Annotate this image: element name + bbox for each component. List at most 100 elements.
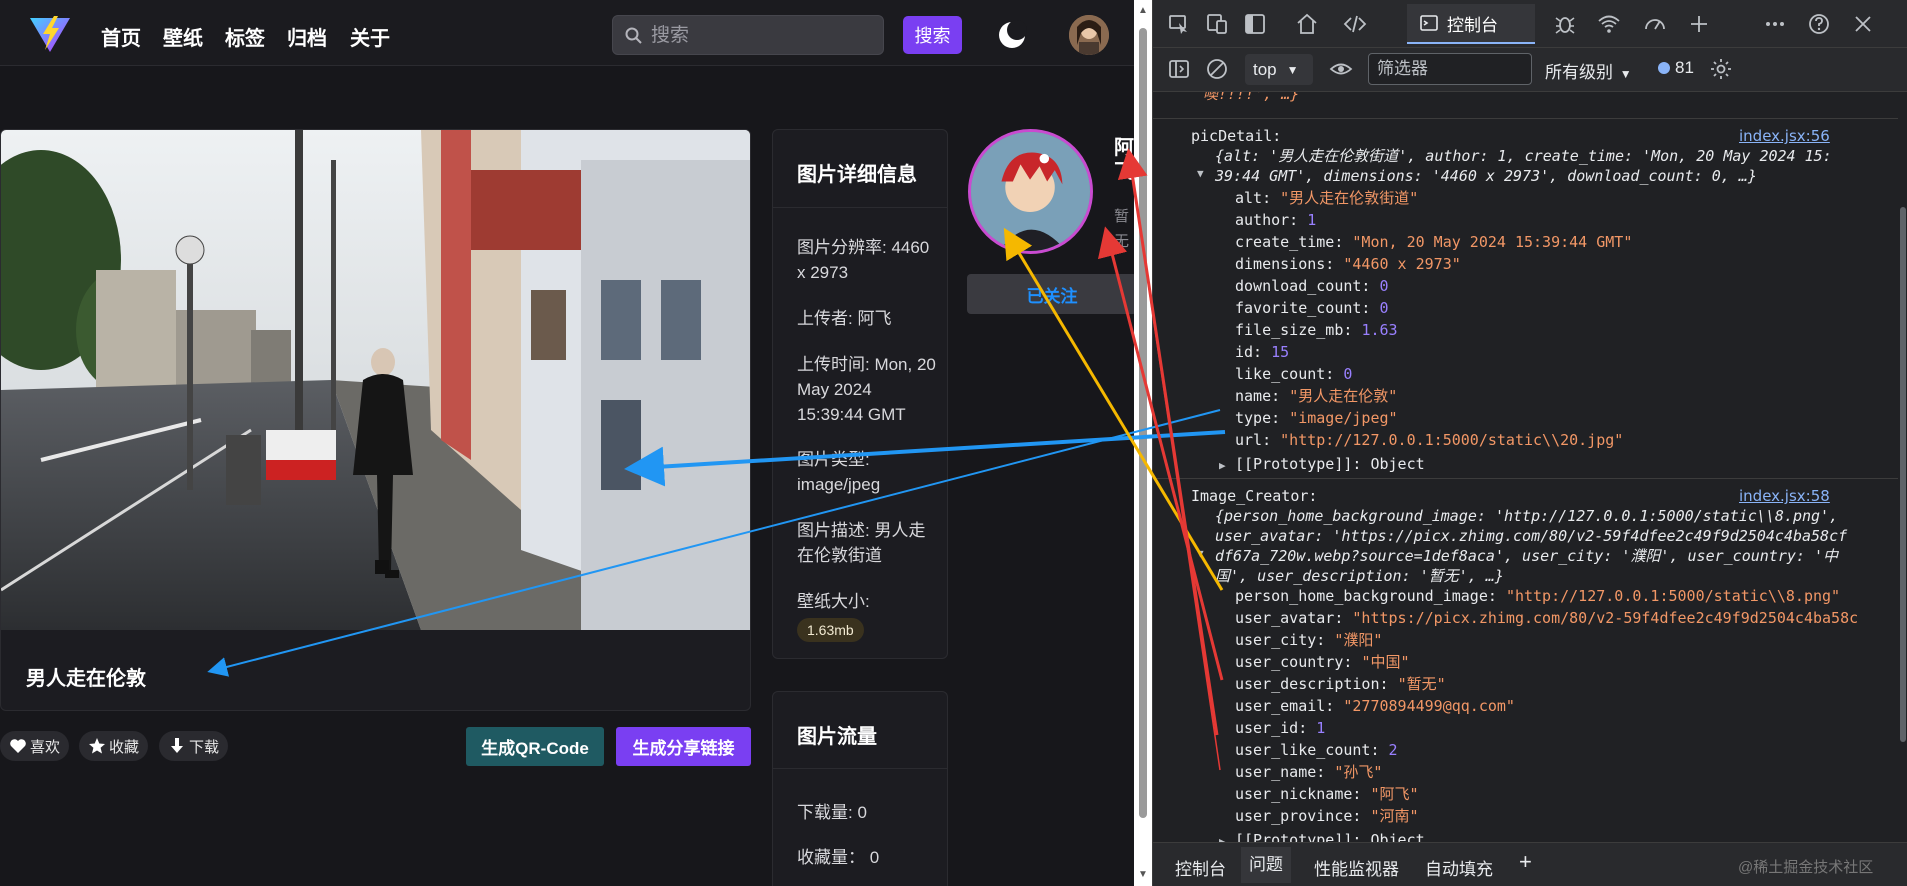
resolution-text: 图片分辨率: 4460 x 2973 xyxy=(797,238,930,282)
home-icon[interactable] xyxy=(1295,12,1319,36)
console-prop-key: alt: "男人走在伦敦街道" xyxy=(1235,189,1419,207)
file-size-row: 壁纸大小: 1.63mb xyxy=(797,589,937,642)
moon-icon[interactable] xyxy=(997,20,1027,50)
nav-about[interactable]: 关于 xyxy=(350,22,390,51)
chevron-down-icon: ▼ xyxy=(1619,67,1632,81)
console-filter-input[interactable] xyxy=(1368,53,1532,85)
console-prop-value: "濮阳" xyxy=(1334,631,1383,649)
console-scrollbar-thumb[interactable] xyxy=(1900,207,1906,742)
download-label: 下载 xyxy=(189,738,220,756)
picdetail-prototype[interactable]: [[Prototype]]: Object xyxy=(1235,454,1425,474)
upload-time-text: 上传时间: Mon, 20 May 2024 15:39:44 GMT xyxy=(797,355,936,424)
drawer-tab-console[interactable]: 控制台 xyxy=(1175,855,1226,880)
source-link-56[interactable]: index.jsx:56 xyxy=(1739,126,1830,146)
log-creator-label: Image_Creator: xyxy=(1191,487,1318,505)
context-selector[interactable]: top ▼ xyxy=(1245,54,1313,85)
console-prop-key: favorite_count: 0 xyxy=(1235,299,1389,317)
console-prop-value: "河南" xyxy=(1370,807,1419,825)
console-separator xyxy=(1153,118,1898,119)
console-prop-key: type: "image/jpeg" xyxy=(1235,409,1398,427)
creator-summary-3: df67a_720w.webp?source=1def8aca', user_c… xyxy=(1215,547,1838,565)
follow-button[interactable]: 已关注 xyxy=(967,274,1137,314)
help-icon[interactable] xyxy=(1807,12,1831,36)
download-button[interactable]: 下载 xyxy=(159,731,229,761)
message-count[interactable]: 81 xyxy=(1657,58,1694,78)
tab-console-label: 控制台 xyxy=(1447,15,1498,35)
tab-console[interactable]: 控制台 xyxy=(1407,4,1535,44)
page-scrollbar-thumb[interactable] xyxy=(1139,28,1147,818)
creator-name[interactable]: 阿飞 xyxy=(1114,136,1136,184)
expand-triangle-icon[interactable]: ▼ xyxy=(1197,544,1204,564)
like-button[interactable]: 喜欢 xyxy=(0,731,70,761)
drawer-add-tab-plus-icon[interactable]: + xyxy=(1519,849,1532,875)
scroll-down-icon[interactable]: ▼ xyxy=(1138,870,1148,880)
drawer-tab-autofill[interactable]: 自动填充 xyxy=(1425,855,1493,880)
device-toolbar-icon[interactable] xyxy=(1205,12,1229,36)
clear-console-icon[interactable] xyxy=(1205,57,1229,81)
console-prop-value: 0 xyxy=(1379,299,1389,317)
console-settings-gear-icon[interactable] xyxy=(1709,57,1733,81)
wallpaper-image[interactable] xyxy=(1,130,751,630)
network-wifi-icon[interactable] xyxy=(1597,12,1621,36)
source-link-58[interactable]: index.jsx:58 xyxy=(1739,486,1830,506)
console-prop-value: 1 xyxy=(1307,211,1317,229)
creator-avatar-image xyxy=(971,132,1090,251)
creator-avatar[interactable] xyxy=(968,129,1093,254)
console-prop-value: "https://picx.zhimg.com/80/v2-59f4dfee2c… xyxy=(1352,609,1859,627)
console-separator xyxy=(1153,478,1898,479)
drawer-tab-performance-monitor[interactable]: 性能监视器 xyxy=(1314,855,1399,880)
console-prop-key: author: 1 xyxy=(1235,211,1317,229)
bug-icon[interactable] xyxy=(1553,12,1577,36)
message-bubble-icon xyxy=(1658,62,1670,74)
expand-triangle-right-icon[interactable]: ▶ xyxy=(1219,456,1226,476)
close-icon[interactable] xyxy=(1851,12,1875,36)
image-traffic-title: 图片流量 xyxy=(797,726,877,748)
web-app: 首页 壁纸 标签 归档 关于 搜索 搜索 男人走在伦敦 喜欢 收藏 下载 生成Q… xyxy=(0,0,1140,886)
nav-archive[interactable]: 归档 xyxy=(287,22,327,51)
image-description-text: 图片描述: 男人走在伦敦街道 xyxy=(797,521,926,565)
nav-wallpaper[interactable]: 壁纸 xyxy=(163,22,203,51)
expand-triangle-icon[interactable]: ▼ xyxy=(1197,164,1204,184)
favorite-button[interactable]: 收藏 xyxy=(79,731,149,761)
like-label: 喜欢 xyxy=(30,738,61,756)
search-button[interactable]: 搜索 xyxy=(903,16,962,54)
scroll-up-icon[interactable]: ▲ xyxy=(1138,6,1148,16)
console-prop-value: "孙飞" xyxy=(1334,763,1383,781)
console-prop-key: id: 15 xyxy=(1235,343,1290,361)
console-fragment: 噢!!!!', …} xyxy=(1203,92,1300,103)
console-prop-key: user_province: "河南" xyxy=(1235,807,1419,825)
console-prop-value: 0 xyxy=(1343,365,1353,383)
expand-triangle-right-icon[interactable]: ▶ xyxy=(1219,832,1226,842)
console-prop-key: download_count: 0 xyxy=(1235,277,1389,295)
inspect-element-icon[interactable] xyxy=(1167,12,1191,36)
generate-share-link-button[interactable]: 生成分享链接 xyxy=(616,727,751,766)
log-level-selector[interactable]: 所有级别 ▼ xyxy=(1545,58,1632,83)
creator-description: 暂无 xyxy=(1114,208,1130,250)
vite-logo-icon[interactable] xyxy=(28,14,72,54)
generate-qr-button[interactable]: 生成QR-Code xyxy=(466,727,604,766)
console-prop-key: user_id: 1 xyxy=(1235,719,1326,737)
drawer-tab-issues[interactable]: 问题 xyxy=(1241,847,1291,883)
search-input[interactable] xyxy=(651,22,871,50)
navbar: 首页 壁纸 标签 归档 关于 搜索 xyxy=(0,0,1140,66)
console-icon xyxy=(1420,15,1438,31)
more-tabs-plus-icon[interactable] xyxy=(1687,12,1711,36)
console-prop-value: "男人走在伦敦" xyxy=(1289,387,1398,405)
performance-gauge-icon[interactable] xyxy=(1643,12,1667,36)
nav-tags[interactable]: 标签 xyxy=(225,22,265,51)
console-prop-key: user_city: "濮阳" xyxy=(1235,631,1383,649)
message-count-label: 81 xyxy=(1675,58,1694,77)
uploader-text: 上传者: 阿飞 xyxy=(797,309,892,328)
eye-icon[interactable] xyxy=(1329,57,1353,81)
user-avatar[interactable] xyxy=(1069,15,1109,55)
file-size-badge: 1.63mb xyxy=(797,618,864,642)
nav-home[interactable]: 首页 xyxy=(101,22,141,51)
creator-prototype[interactable]: [[Prototype]]: Object xyxy=(1235,830,1425,842)
console-scrollbar[interactable] xyxy=(1898,92,1907,842)
more-options-icon[interactable] xyxy=(1763,12,1787,36)
dock-side-icon[interactable] xyxy=(1243,12,1267,36)
elements-code-icon[interactable] xyxy=(1343,12,1367,36)
sidebar-toggle-icon[interactable] xyxy=(1167,57,1191,81)
page-scrollbar[interactable]: ▲ ▼ xyxy=(1134,0,1152,886)
console-prop-value: "男人走在伦敦街道" xyxy=(1280,189,1419,207)
